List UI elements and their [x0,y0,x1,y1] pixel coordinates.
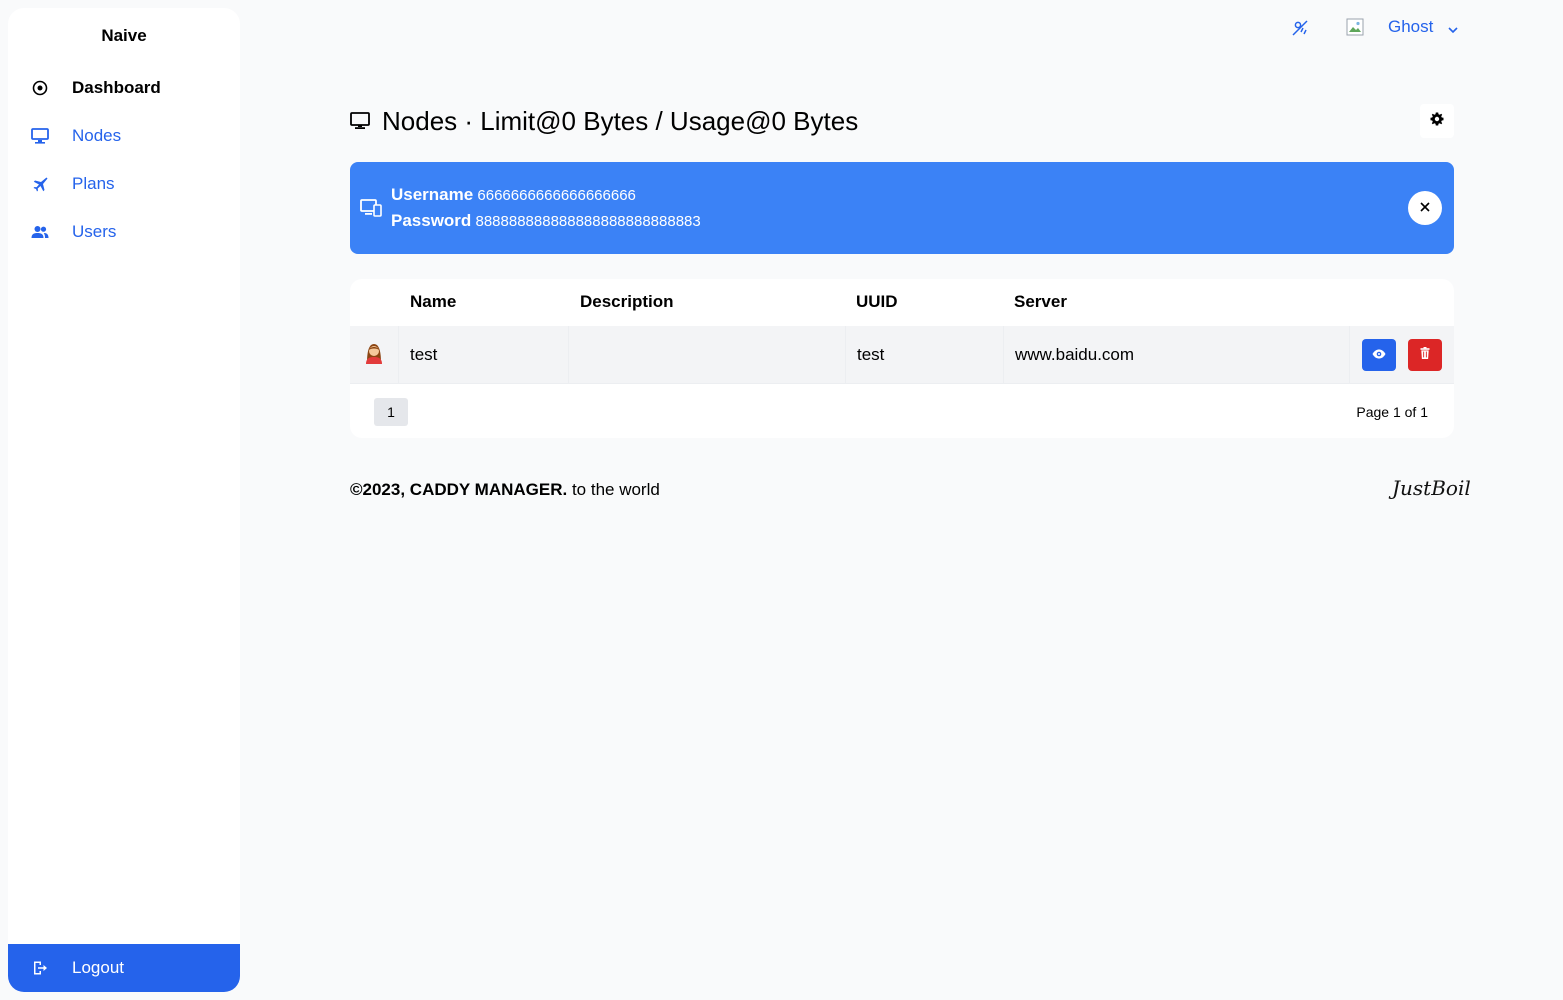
sidebar-item-plans[interactable]: Plans [8,160,240,208]
credentials-notice: Username 6666666666666666666 Password 88… [350,162,1454,254]
sidebar-item-nodes[interactable]: Nodes [8,112,240,160]
table-header: Name Description UUID Server [350,279,1454,326]
notice-password-line: Password 888888888888888888888888883 [391,208,701,234]
eye-icon [1372,346,1386,364]
logout-icon [8,960,72,976]
weather-toggle-icon[interactable] [1290,18,1310,38]
close-notice-button[interactable] [1408,191,1442,225]
footer-tagline: to the world [567,480,660,499]
users-icon [8,225,72,239]
sidebar-item-label: Plans [72,174,115,193]
footer: ©2023, CADDY MANAGER. to the world [350,480,660,500]
sidebar-item-label: Nodes [72,126,122,145]
sidebar-item-label: Dashboard [72,78,161,97]
chevron-down-icon[interactable] [1447,21,1459,39]
table-row: test test www.baidu.com [350,326,1454,384]
sidebar-item-dashboard[interactable]: Dashboard [8,64,240,112]
footer-copyright: ©2023, CADDY MANAGER. [350,480,568,499]
devices-icon [350,199,391,217]
target-icon [8,80,72,96]
row-avatar-cell [350,326,399,384]
column-header-name[interactable]: Name [410,292,456,312]
notice-text: Username 6666666666666666666 Password 88… [391,182,701,234]
avatar-icon [363,341,385,370]
pagination-info: Page 1 of 1 [1356,404,1428,420]
row-actions [1362,339,1442,371]
avatar[interactable] [1344,16,1366,38]
brand-title: Naive [101,26,147,45]
page-header: Nodes · Limit@0 Bytes / Usage@0 Bytes [350,104,1454,138]
cell-name: test [399,326,569,384]
password-label: Password [391,211,472,230]
settings-button[interactable] [1420,104,1454,138]
nodes-table: Name Description UUID Server test test w… [350,279,1454,438]
column-header-uuid[interactable]: UUID [856,292,898,312]
pagination-page-button[interactable]: 1 [374,398,408,426]
sidebar: Naive Dashboard Nodes Plans Users Logout [8,8,240,992]
username-value: 6666666666666666666 [477,187,636,204]
trash-icon [1420,346,1430,364]
gear-icon [1430,112,1444,131]
delete-button[interactable] [1408,339,1442,371]
username-label: Username [391,185,474,204]
sidebar-item-label: Users [72,222,117,241]
logout-label: Logout [72,958,124,977]
column-header-server[interactable]: Server [1014,292,1067,312]
cell-description [569,326,846,384]
user-menu-name[interactable]: Ghost [1388,17,1433,37]
airplane-icon [8,176,72,192]
page-title: Nodes · Limit@0 Bytes / Usage@0 Bytes [382,105,859,136]
view-button[interactable] [1362,339,1396,371]
sidebar-item-users[interactable]: Users [8,208,240,256]
close-icon [1420,199,1430,217]
cell-uuid: test [846,326,1004,384]
notice-username-line: Username 6666666666666666666 [391,182,701,208]
justboil-logo[interactable]: JustBoil [1392,476,1471,500]
logout-button[interactable]: Logout [8,944,240,992]
column-header-description[interactable]: Description [580,292,674,312]
cell-server: www.baidu.com [1004,326,1350,384]
monitor-icon [350,112,374,130]
password-value: 888888888888888888888888883 [475,213,701,230]
sidebar-menu: Dashboard Nodes Plans Users [8,64,240,256]
monitor-icon [8,128,72,144]
